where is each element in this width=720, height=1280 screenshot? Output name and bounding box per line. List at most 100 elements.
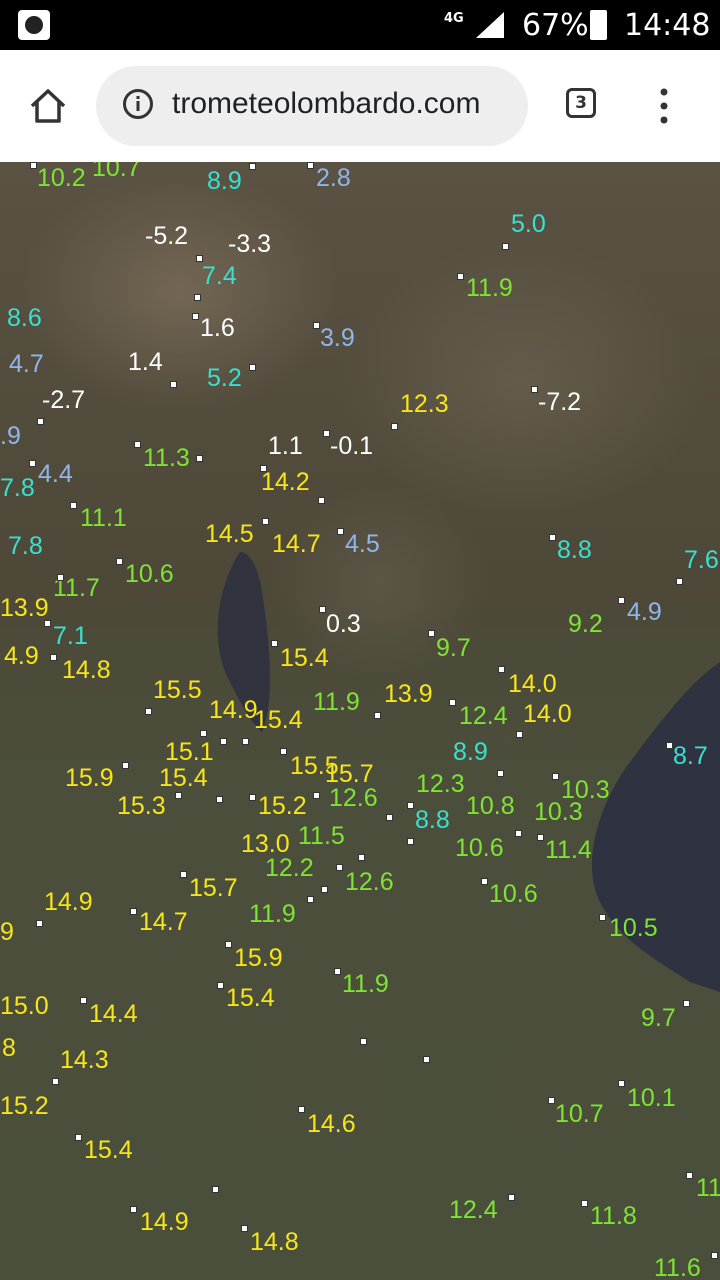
station-temperature-label: 5.0 — [511, 210, 546, 238]
station-marker[interactable] — [134, 441, 141, 448]
station-marker[interactable] — [683, 1000, 690, 1007]
station-marker[interactable] — [386, 814, 393, 821]
station-marker[interactable] — [200, 730, 207, 737]
station-marker[interactable] — [502, 243, 509, 250]
station-marker[interactable] — [271, 640, 278, 647]
station-marker[interactable] — [498, 666, 505, 673]
station-marker[interactable] — [423, 1056, 430, 1063]
station-marker[interactable] — [552, 773, 559, 780]
station-marker[interactable] — [216, 796, 223, 803]
weather-map[interactable]: 10.2 10.7 8.9 2.8 -5.2 -3.3 5.0 7.4 11.9 8.6 1.6 3.… — [0, 162, 720, 1280]
station-marker[interactable] — [194, 294, 201, 301]
station-marker[interactable] — [249, 364, 256, 371]
station-marker[interactable] — [44, 620, 51, 627]
station-temperature-label: -7.2 — [538, 388, 582, 416]
station-marker[interactable] — [313, 322, 320, 329]
station-marker[interactable] — [217, 982, 224, 989]
station-temperature-label: 12.3 — [416, 770, 465, 798]
url-text[interactable]: trometeolombardo.com — [172, 86, 480, 122]
station-marker[interactable] — [407, 802, 414, 809]
station-temperature-label: 14.6 — [307, 1110, 356, 1138]
station-marker[interactable] — [180, 871, 187, 878]
station-marker[interactable] — [374, 712, 381, 719]
station-marker[interactable] — [130, 908, 137, 915]
station-marker[interactable] — [686, 1172, 693, 1179]
station-marker[interactable] — [618, 597, 625, 604]
info-icon[interactable] — [122, 88, 154, 120]
station-marker[interactable] — [407, 838, 414, 845]
station-marker[interactable] — [260, 465, 267, 472]
station-marker[interactable] — [323, 430, 330, 437]
station-marker[interactable] — [249, 163, 256, 170]
station-marker[interactable] — [666, 742, 673, 749]
station-marker[interactable] — [36, 920, 43, 927]
station-marker[interactable] — [130, 1206, 137, 1213]
station-marker[interactable] — [334, 968, 341, 975]
station-marker[interactable] — [508, 1194, 515, 1201]
station-marker[interactable] — [516, 731, 523, 738]
station-marker[interactable] — [307, 162, 314, 169]
station-marker[interactable] — [307, 896, 314, 903]
station-marker[interactable] — [360, 1038, 367, 1045]
station-marker[interactable] — [337, 528, 344, 535]
station-marker[interactable] — [321, 886, 328, 893]
station-marker[interactable] — [249, 794, 256, 801]
station-temperature-label: 14.9 — [209, 696, 258, 724]
station-marker[interactable] — [122, 762, 129, 769]
station-marker[interactable] — [531, 386, 538, 393]
station-marker[interactable] — [175, 792, 182, 799]
station-marker[interactable] — [391, 423, 398, 430]
station-marker[interactable] — [52, 1078, 59, 1085]
station-marker[interactable] — [676, 578, 683, 585]
station-marker[interactable] — [497, 770, 504, 777]
station-marker[interactable] — [50, 654, 57, 661]
station-temperature-label: 1.1 — [268, 432, 303, 460]
station-marker[interactable] — [457, 273, 464, 280]
station-marker[interactable] — [70, 502, 77, 509]
station-marker[interactable] — [449, 699, 456, 706]
station-marker[interactable] — [280, 748, 287, 755]
overflow-menu-icon[interactable] — [652, 86, 676, 126]
station-marker[interactable] — [116, 558, 123, 565]
station-marker[interactable] — [262, 518, 269, 525]
station-marker[interactable] — [711, 1252, 718, 1259]
station-marker[interactable] — [196, 455, 203, 462]
station-marker[interactable] — [242, 738, 249, 745]
station-marker[interactable] — [30, 162, 37, 169]
station-marker[interactable] — [548, 1097, 555, 1104]
station-temperature-label: 8 — [2, 1034, 16, 1062]
station-marker[interactable] — [80, 997, 87, 1004]
station-marker[interactable] — [319, 606, 326, 613]
station-marker[interactable] — [318, 497, 325, 504]
station-temperature-label: 14.0 — [523, 700, 572, 728]
station-marker[interactable] — [75, 1134, 82, 1141]
station-marker[interactable] — [241, 1225, 248, 1232]
station-marker[interactable] — [196, 255, 203, 262]
station-marker[interactable] — [515, 830, 522, 837]
station-marker[interactable] — [298, 1106, 305, 1113]
station-marker[interactable] — [549, 534, 556, 541]
station-marker[interactable] — [428, 630, 435, 637]
station-marker[interactable] — [192, 313, 199, 320]
station-marker[interactable] — [581, 1200, 588, 1207]
station-marker[interactable] — [170, 381, 177, 388]
tab-switcher-button[interactable]: 3 — [566, 88, 596, 118]
station-marker[interactable] — [212, 1186, 219, 1193]
station-marker[interactable] — [358, 854, 365, 861]
station-temperature-label: 14.7 — [139, 908, 188, 936]
station-marker[interactable] — [37, 418, 44, 425]
station-temperature-label: 15.4 — [254, 706, 303, 734]
station-marker[interactable] — [313, 792, 320, 799]
station-marker[interactable] — [145, 708, 152, 715]
station-marker[interactable] — [537, 834, 544, 841]
station-marker[interactable] — [220, 738, 227, 745]
station-marker[interactable] — [225, 941, 232, 948]
station-temperature-label: 4.4 — [38, 460, 73, 488]
station-marker[interactable] — [57, 574, 64, 581]
station-marker[interactable] — [29, 460, 36, 467]
station-marker[interactable] — [618, 1080, 625, 1087]
station-marker[interactable] — [599, 914, 606, 921]
station-marker[interactable] — [481, 878, 488, 885]
station-marker[interactable] — [336, 864, 343, 871]
home-icon[interactable] — [28, 86, 68, 126]
